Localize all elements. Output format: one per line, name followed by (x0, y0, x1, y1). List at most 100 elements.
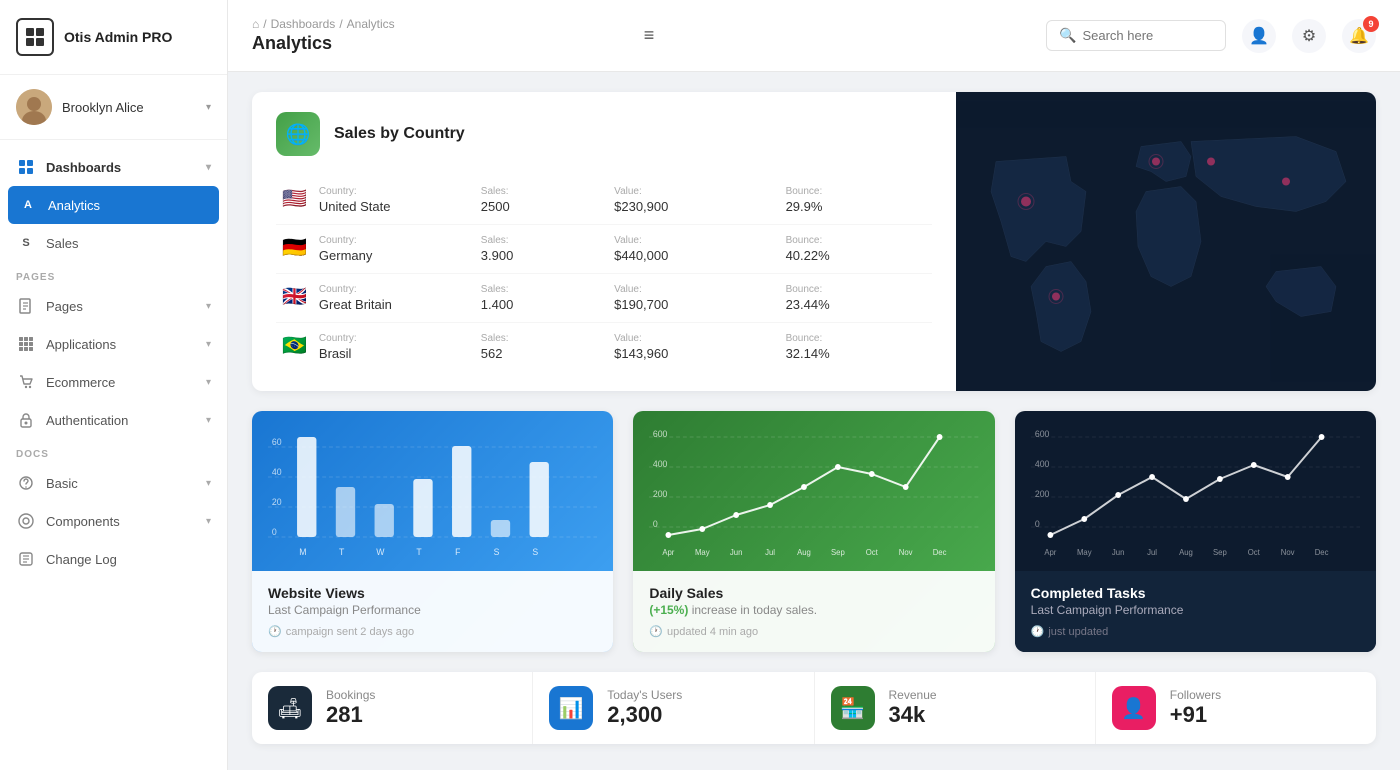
sidebar-item-components[interactable]: Components ▾ (0, 502, 227, 540)
stat-icon: 🏪 (831, 686, 875, 730)
table-row: 🇺🇸 Country: United State Sales: 2500 Val… (276, 176, 932, 225)
daily-sales-time: 🕐 updated 4 min ago (649, 625, 978, 638)
svg-text:Dec: Dec (933, 548, 947, 557)
daily-sales-subtitle: (+15%) increase in today sales. (649, 603, 978, 617)
ecommerce-icon (16, 372, 36, 392)
svg-text:Oct: Oct (1247, 548, 1260, 557)
svg-text:Apr: Apr (1044, 548, 1056, 557)
svg-text:Aug: Aug (1179, 548, 1193, 557)
completed-tasks-time: 🕐 just updated (1031, 625, 1360, 638)
svg-text:May: May (695, 548, 710, 557)
applications-label: Applications (46, 337, 206, 352)
stat-icon: 📊 (549, 686, 593, 730)
svg-text:S: S (532, 547, 538, 557)
daily-sales-chart: 600 400 200 0 (633, 411, 994, 571)
svg-text:600: 600 (653, 429, 668, 439)
chart-cards-row: 60 40 20 0 M (252, 411, 1376, 652)
search-icon: 🔍 (1059, 27, 1076, 44)
analytics-label: Analytics (48, 198, 209, 213)
stat-info: Today's Users 2,300 (607, 688, 682, 728)
stat-label: Followers (1170, 688, 1221, 702)
bounce-cell: Bounce: 40.22% (780, 225, 932, 274)
sales-by-country-card: 🌐 Sales by Country 🇺🇸 Country: United St… (252, 92, 1376, 391)
stat-info: Revenue 34k (889, 688, 937, 728)
stat-item: 👤 Followers +91 (1096, 672, 1376, 744)
stat-label: Revenue (889, 688, 937, 702)
country-cell: Country: United State (313, 176, 475, 225)
table-row: 🇧🇷 Country: Brasil Sales: 562 Value: $14… (276, 323, 932, 372)
svg-text:600: 600 (1035, 429, 1050, 439)
bounce-cell: Bounce: 29.9% (780, 176, 932, 225)
authentication-icon (16, 410, 36, 430)
pages-label: Pages (46, 299, 206, 314)
clock-icon3: 🕐 (1031, 625, 1045, 638)
country-cell: Country: Germany (313, 225, 475, 274)
changelog-label: Change Log (46, 552, 211, 567)
country-cell: Country: Brasil (313, 323, 475, 372)
breadcrumb-home-icon: ⌂ (252, 17, 259, 31)
completed-tasks-title: Completed Tasks (1031, 585, 1360, 601)
stat-item: 🏪 Revenue 34k (815, 672, 1096, 744)
sales-header-icon: 🌐 (276, 112, 320, 156)
dashboards-chevron-icon: ▾ (206, 162, 211, 173)
map-dot-asia (1282, 178, 1290, 186)
stat-value: +91 (1170, 702, 1221, 728)
svg-text:0: 0 (272, 527, 277, 537)
website-views-card: 60 40 20 0 M (252, 411, 613, 652)
logo-text: Otis Admin PRO (64, 29, 172, 46)
user-profile[interactable]: Brooklyn Alice ▾ (0, 75, 227, 140)
sidebar-item-dashboards[interactable]: Dashboards ▾ (0, 148, 227, 186)
flag-cell: 🇩🇪 (276, 225, 313, 274)
sales-cell: Sales: 562 (475, 323, 608, 372)
svg-text:400: 400 (653, 459, 668, 469)
svg-text:200: 200 (653, 489, 668, 499)
sidebar-item-sales[interactable]: S Sales (0, 224, 227, 262)
sidebar-item-analytics[interactable]: A Analytics (8, 186, 219, 224)
settings-button[interactable]: ⚙ (1292, 19, 1326, 53)
breadcrumb: ⌂ / Dashboards / Analytics Analytics (252, 17, 624, 54)
table-row: 🇩🇪 Country: Germany Sales: 3.900 Value: … (276, 225, 932, 274)
svg-text:Sep: Sep (1213, 548, 1227, 557)
svg-text:May: May (1077, 548, 1092, 557)
value-cell: Value: $440,000 (608, 225, 779, 274)
country-table: 🇺🇸 Country: United State Sales: 2500 Val… (276, 176, 932, 371)
components-icon (16, 511, 36, 531)
applications-chevron-icon: ▾ (206, 339, 211, 350)
applications-icon (16, 334, 36, 354)
sidebar-item-applications[interactable]: Applications ▾ (0, 325, 227, 363)
svg-text:Jun: Jun (1112, 548, 1124, 557)
basic-icon (16, 473, 36, 493)
sidebar-item-basic[interactable]: Basic ▾ (0, 464, 227, 502)
user-profile-button[interactable]: 👤 (1242, 19, 1276, 53)
svg-text:200: 200 (1035, 489, 1050, 499)
svg-text:Jul: Jul (1147, 548, 1157, 557)
notifications-button[interactable]: 🔔 9 (1342, 19, 1376, 53)
value-cell: Value: $190,700 (608, 274, 779, 323)
docs-section-label: DOCS (0, 439, 227, 464)
sidebar-item-authentication[interactable]: Authentication ▾ (0, 401, 227, 439)
sales-cell: Sales: 3.900 (475, 225, 608, 274)
map-dot-brazil (1052, 293, 1060, 301)
svg-text:Oct: Oct (866, 548, 879, 557)
search-box[interactable]: 🔍 (1046, 20, 1226, 51)
flag-cell: 🇧🇷 (276, 323, 313, 372)
sales-card-header: 🌐 Sales by Country (276, 112, 932, 156)
sidebar-item-changelog[interactable]: Change Log (0, 540, 227, 578)
search-input[interactable] (1082, 28, 1202, 43)
stats-row: 🛋 Bookings 281 📊 Today's Users 2,300 🏪 R… (252, 672, 1376, 744)
map-dot-europe (1152, 158, 1160, 166)
website-views-info: Website Views Last Campaign Performance … (252, 571, 613, 652)
svg-text:Apr: Apr (663, 548, 675, 557)
sidebar-item-ecommerce[interactable]: Ecommerce ▾ (0, 363, 227, 401)
world-map (956, 92, 1376, 391)
website-views-title: Website Views (268, 585, 597, 601)
svg-text:S: S (494, 547, 500, 557)
website-views-subtitle: Last Campaign Performance (268, 603, 597, 617)
user-chevron-icon: ▾ (206, 102, 211, 113)
pages-icon (16, 296, 36, 316)
sales-cell: Sales: 1.400 (475, 274, 608, 323)
svg-text:Jul: Jul (765, 548, 775, 557)
sidebar-item-pages[interactable]: Pages ▾ (0, 287, 227, 325)
menu-toggle-button[interactable]: ≡ (644, 25, 655, 46)
website-views-time: 🕐 campaign sent 2 days ago (268, 625, 597, 638)
